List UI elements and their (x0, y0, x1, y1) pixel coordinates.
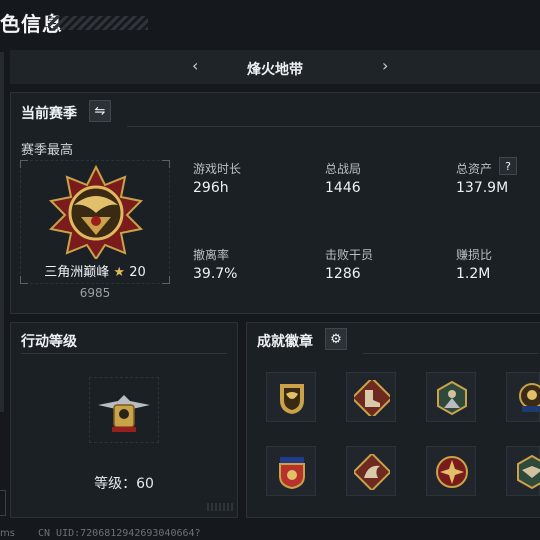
action-level-divider (21, 353, 227, 354)
stat-label: 撤离率 (193, 248, 230, 262)
rank-name: 三角洲巅峰 (44, 265, 110, 280)
stat-value: 39.7% (193, 266, 238, 282)
dragon-badge-icon[interactable] (346, 446, 396, 496)
panel-decoration (207, 503, 233, 511)
achievements-settings-button[interactable]: ⚙ (325, 328, 347, 350)
rank-emblem-icon (48, 164, 144, 259)
map-selector: ‹ 烽火地带 › (10, 50, 540, 84)
season-best-label: 赛季最高 (21, 143, 74, 158)
action-level-title: 行动等级 (21, 334, 77, 350)
rank-stars: 20 (129, 265, 146, 280)
action-level-panel: 行动等级 等级：60 (10, 322, 238, 518)
bird-shield-badge-icon[interactable] (266, 372, 316, 422)
soldier-hex-badge-icon[interactable] (426, 372, 476, 422)
season-divider (127, 126, 540, 127)
stat-label: 总战局 (325, 162, 362, 176)
star-shield-badge-icon[interactable] (266, 446, 316, 496)
stat-label: 击败干员 (325, 248, 374, 262)
boot-badge-icon[interactable] (346, 372, 396, 422)
swap-icon: ⇋ (94, 103, 106, 119)
total-assets-help-button[interactable]: ? (499, 157, 517, 175)
achievements-divider (363, 353, 539, 354)
action-level-emblem-frame (89, 377, 159, 443)
action-level-emblem-icon (98, 395, 150, 432)
map-name: 烽火地带 (247, 62, 303, 78)
rank-star-icon: ★ (113, 265, 126, 280)
stat-value: 296h (193, 180, 229, 196)
stat-value: 1.2M (456, 266, 491, 282)
help-icon: ? (505, 159, 511, 173)
season-switch-button[interactable]: ⇋ (89, 100, 111, 122)
stat-label: 总资产 (456, 162, 493, 176)
next-map-arrow-icon[interactable]: › (382, 56, 388, 75)
season-title: 当前赛季 (21, 106, 77, 122)
ping-label: ms (0, 528, 15, 539)
stat-value: 137.9M (456, 180, 509, 196)
left-rail (0, 52, 4, 412)
left-rail-tab[interactable] (0, 490, 6, 516)
rank-box: 三角洲巅峰 ★ 20 (20, 160, 170, 284)
stat-value: 1446 (325, 180, 361, 196)
player-uid: CN UID:7206812942693040664? (38, 528, 201, 539)
laurel-skull-badge-icon[interactable] (506, 372, 540, 422)
rank-score: 6985 (79, 286, 111, 300)
corner-mark (162, 160, 170, 168)
title-decoration (48, 16, 148, 30)
stat-value: 1286 (325, 266, 361, 282)
corner-mark (20, 160, 28, 168)
stat-label: 游戏时长 (193, 162, 242, 176)
rank-title: 三角洲巅峰 ★ 20 (21, 261, 169, 280)
gear-icon: ⚙ (330, 331, 342, 347)
cross-star-badge-icon[interactable] (426, 446, 476, 496)
stat-label: 赚损比 (456, 248, 493, 262)
wings-hex-badge-icon[interactable] (506, 446, 540, 496)
achievements-title: 成就徽章 (257, 334, 313, 350)
action-level-value: 等级：60 (94, 476, 154, 492)
